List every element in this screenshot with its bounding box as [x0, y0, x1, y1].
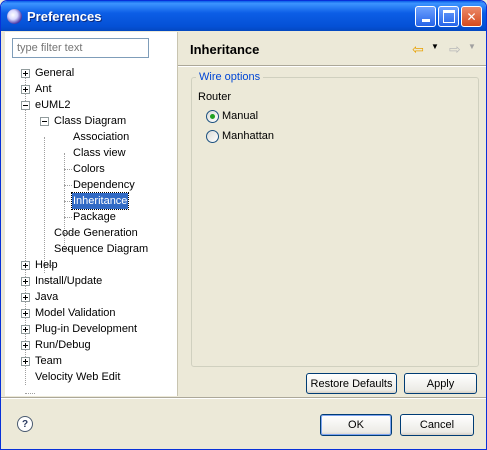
radio-button[interactable]: [206, 130, 219, 143]
tree-item-label: Inheritance: [70, 192, 130, 210]
tree-item-label: Model Validation: [35, 307, 116, 319]
filter-input[interactable]: [12, 38, 149, 58]
tree-item-label: Association: [73, 131, 130, 143]
expand-icon[interactable]: [21, 69, 30, 78]
back-history-dropdown-icon[interactable]: ▼: [431, 42, 439, 51]
forward-history-dropdown-icon: ▼: [468, 42, 476, 51]
restore-defaults-button[interactable]: Restore Defaults: [306, 373, 397, 394]
tree-item-label: Class Diagram: [54, 115, 127, 127]
tree-item-label: Java: [35, 291, 59, 303]
preferences-window: Preferences General: [0, 0, 487, 450]
tree-item-label: Install/Update: [35, 275, 103, 287]
tree-item-label: Package: [73, 211, 116, 223]
tree-item-euml2[interactable]: eUML2: [5, 97, 177, 113]
tree-item-label: Code Generation: [54, 227, 138, 239]
window-title: Preferences: [27, 9, 102, 24]
expand-icon[interactable]: [21, 357, 30, 366]
tree-item-colors[interactable]: Colors: [5, 161, 177, 177]
tree-item-class-view[interactable]: Class view: [5, 145, 177, 161]
preference-tree-panel: General Ant eUML2 Class Diagram Associat…: [5, 32, 177, 396]
expand-icon[interactable]: [21, 261, 30, 270]
tree-item-model-validation[interactable]: Model Validation: [5, 305, 177, 321]
tree-item-label: Velocity Web Edit: [35, 371, 121, 383]
ok-button[interactable]: OK: [320, 414, 392, 436]
tree-item-team[interactable]: Team: [5, 353, 177, 369]
tree-item-label: Team: [35, 355, 62, 367]
page-title: Inheritance: [190, 42, 260, 57]
maximize-button[interactable]: [438, 6, 459, 27]
tree-item-dependency[interactable]: Dependency: [5, 177, 177, 193]
expand-icon[interactable]: [21, 293, 30, 302]
expand-icon[interactable]: [21, 341, 30, 350]
tree-item-sequence-diagram[interactable]: Sequence Diagram: [5, 241, 177, 257]
title-bar[interactable]: Preferences: [1, 1, 486, 31]
expand-icon[interactable]: [21, 309, 30, 318]
radio-label: Manual: [222, 110, 259, 122]
tree-connector: [25, 393, 35, 394]
tree-item-label: Colors: [73, 163, 105, 175]
tree-item-install-update[interactable]: Install/Update: [5, 273, 177, 289]
tree-item-label: Plug-in Development: [35, 323, 138, 335]
tree-item-java[interactable]: Java: [5, 289, 177, 305]
tree-item-package[interactable]: Package: [5, 209, 177, 225]
tree-item-label: Class view: [73, 147, 126, 159]
tree-item-label: Sequence Diagram: [54, 243, 149, 255]
tree-item-inheritance[interactable]: Inheritance: [5, 192, 177, 210]
preference-page: Inheritance ⇦ ▼ ⇨ ▼ Wire options Router …: [177, 32, 486, 396]
forward-arrow-icon: ⇨: [449, 41, 461, 57]
tree-item-label: Ant: [35, 83, 52, 95]
tree-item-code-generation[interactable]: Code Generation: [5, 225, 177, 241]
collapse-icon[interactable]: [21, 101, 30, 110]
tree-item-association[interactable]: Association: [5, 129, 177, 145]
close-button[interactable]: [461, 6, 482, 27]
group-label: Wire options: [196, 71, 264, 83]
eclipse-icon: [7, 9, 22, 24]
radio-label: Manhattan: [222, 130, 274, 142]
expand-icon[interactable]: [21, 85, 30, 94]
expand-icon[interactable]: [21, 277, 30, 286]
header-divider: [178, 65, 486, 67]
apply-button[interactable]: Apply: [404, 373, 477, 394]
tree-item-run-debug[interactable]: Run/Debug: [5, 337, 177, 353]
cancel-button[interactable]: Cancel: [400, 414, 474, 436]
tree-item-ant[interactable]: Ant: [5, 81, 177, 97]
tree-item-help[interactable]: Help: [5, 257, 177, 273]
collapse-icon[interactable]: [40, 117, 49, 126]
tree-item-label: Help: [35, 259, 58, 271]
tree-item-class-diagram[interactable]: Class Diagram: [5, 113, 177, 129]
tree-item-label: Dependency: [73, 179, 135, 191]
tree-item-velocity-web-edit[interactable]: Velocity Web Edit: [5, 369, 177, 385]
router-label: Router: [198, 91, 232, 103]
tree-item-label: General: [35, 67, 75, 79]
expand-icon[interactable]: [21, 325, 30, 334]
tree-item-plugin-development[interactable]: Plug-in Development: [5, 321, 177, 337]
back-arrow-icon[interactable]: ⇦: [412, 42, 428, 56]
tree-item-general[interactable]: General: [5, 65, 177, 81]
minimize-button[interactable]: [415, 6, 436, 27]
tree-item-label: Run/Debug: [35, 339, 91, 351]
tree-item-label: eUML2: [35, 99, 71, 111]
footer-divider: [1, 397, 486, 399]
help-icon[interactable]: ?: [17, 416, 33, 432]
radio-button-checked[interactable]: [206, 110, 219, 123]
